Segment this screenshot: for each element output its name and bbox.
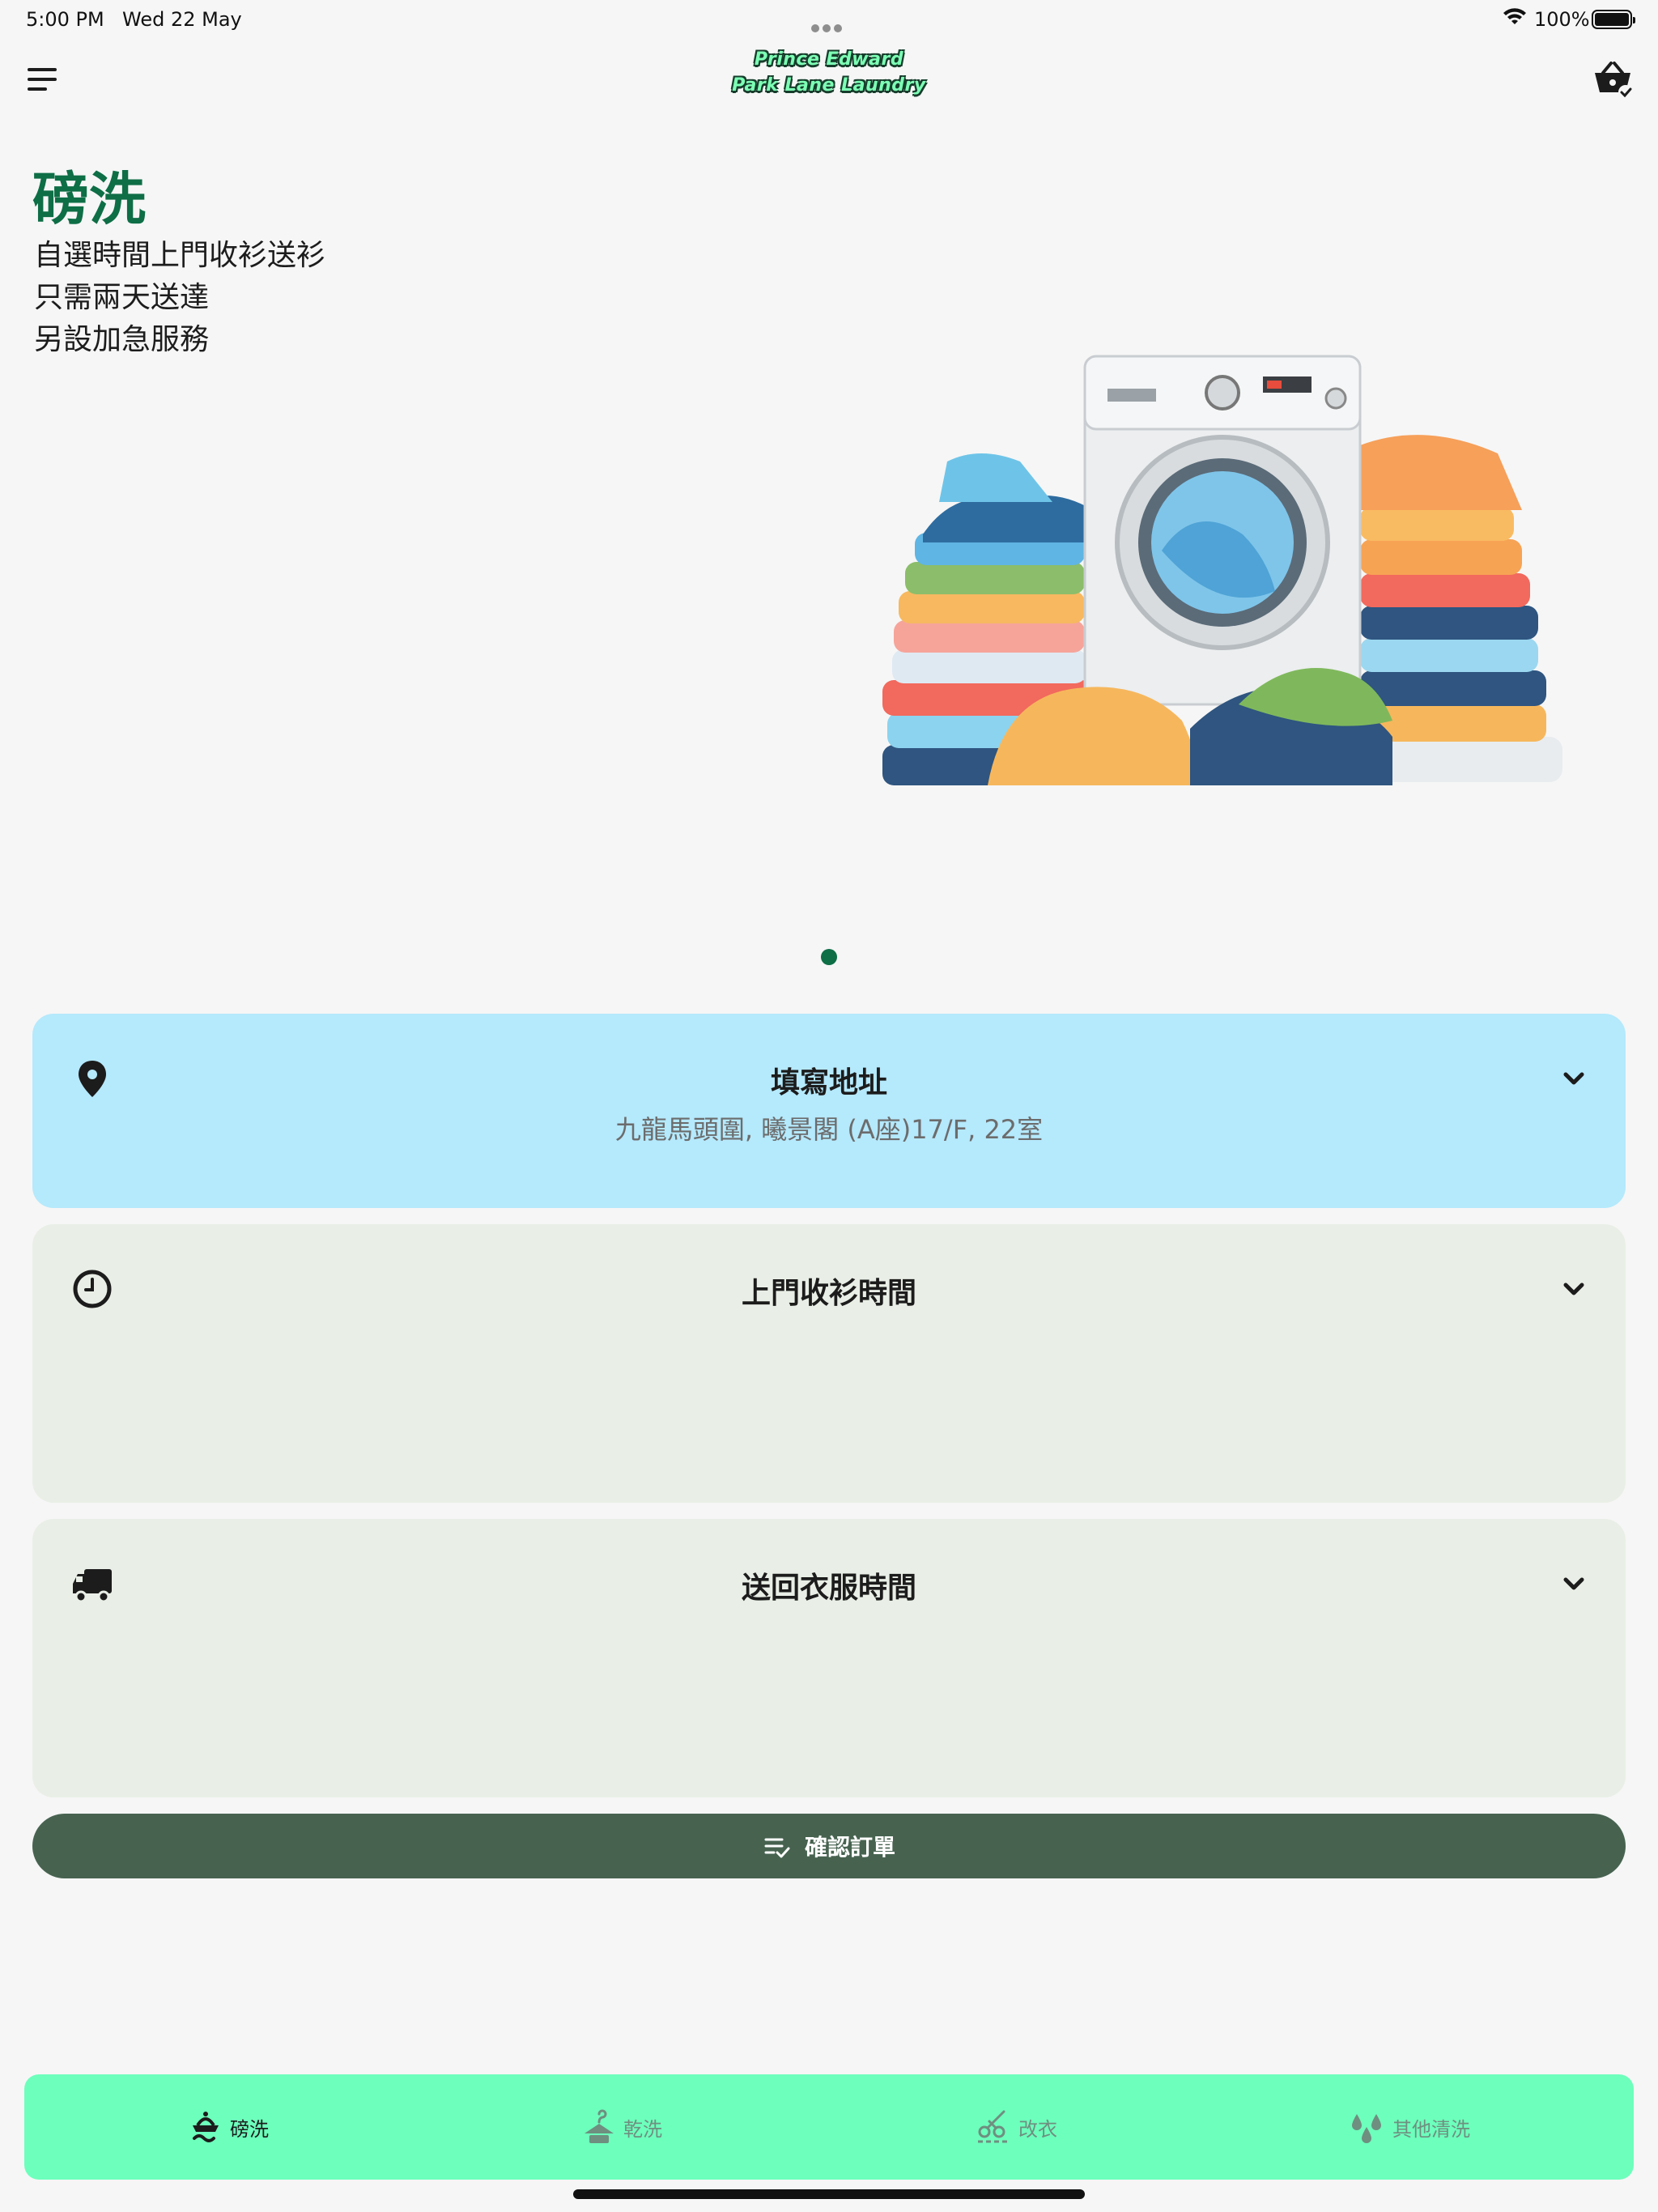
hamburger-menu-icon	[28, 68, 57, 71]
washing-machine-illustration	[882, 355, 1562, 785]
home-indicator[interactable]	[573, 2189, 1085, 2199]
chevron-down-icon[interactable]	[1558, 1273, 1590, 1305]
wifi-icon	[1503, 8, 1527, 32]
carousel-page-indicator[interactable]	[821, 949, 837, 965]
address-value: 九龍馬頭圍, 曦景閣 (A座)17/F, 22室	[614, 1114, 1044, 1145]
nav-label: 磅洗	[230, 2117, 269, 2141]
confirm-order-label: 確認訂單	[804, 1834, 895, 1861]
status-date: Wed 22 May	[122, 8, 242, 31]
battery-icon	[1592, 10, 1635, 29]
hero-line: 自選時間上門收衫送衫	[34, 239, 326, 272]
menu-button[interactable]	[28, 68, 57, 91]
status-time: 5:00 PM	[26, 8, 104, 31]
hero-description: 自選時間上門收衫送衫 只需兩天送達 另設加急服務	[34, 235, 325, 361]
address-card[interactable]: 填寫地址 九龍馬頭圍, 曦景閣 (A座)17/F, 22室	[32, 1014, 1626, 1208]
cart-button[interactable]	[1592, 58, 1634, 100]
hero-line: 只需兩天送達	[34, 281, 210, 314]
status-bar: 5:00 PM Wed 22 May 100%	[0, 0, 1658, 39]
logo-line-2: Park Lane Laundry	[732, 75, 926, 96]
delivery-time-card[interactable]: 送回衣服時間	[32, 1519, 1626, 1797]
nav-tab-alterations[interactable]: 改衣	[975, 2074, 1057, 2180]
menu-line	[28, 87, 47, 91]
nav-label: 乾洗	[623, 2117, 662, 2141]
chevron-down-icon[interactable]	[1558, 1062, 1590, 1095]
pickup-time-card[interactable]: 上門收衫時間	[32, 1224, 1626, 1503]
nav-label: 改衣	[1018, 2117, 1057, 2141]
bottom-navigation: 磅洗 乾洗 改衣 其他清洗	[24, 2074, 1634, 2180]
logo-line-1: Prince Edward	[754, 49, 904, 70]
battery-percentage: 100%	[1534, 8, 1590, 31]
address-card-title: 填寫地址	[770, 1066, 887, 1100]
page-title: 磅洗	[32, 166, 146, 232]
list-check-icon	[764, 1838, 790, 1858]
nav-label: 其他清洗	[1392, 2117, 1470, 2141]
confirm-order-button[interactable]: 確認訂單	[32, 1814, 1626, 1878]
chevron-down-icon[interactable]	[1558, 1568, 1590, 1600]
nav-tab-other-cleaning[interactable]: 其他清洗	[1349, 2074, 1470, 2180]
washing-icon	[193, 2112, 219, 2142]
pickup-time-title: 上門收衫時間	[741, 1277, 916, 1310]
washing-machine	[1083, 355, 1362, 706]
hero-line: 另設加急服務	[34, 323, 210, 356]
nav-tab-wash[interactable]: 磅洗	[186, 2074, 269, 2180]
droplets-icon	[1352, 2114, 1381, 2143]
multitasking-dots-icon[interactable]	[811, 15, 847, 32]
scissors-icon	[978, 2110, 1007, 2143]
basket-check-icon	[1595, 62, 1633, 100]
delivery-time-title: 送回衣服時間	[741, 1572, 916, 1605]
menu-line	[28, 78, 57, 81]
brand-logo[interactable]: Prince Edward Park Lane Laundry	[732, 47, 926, 104]
hanger-icon	[585, 2109, 614, 2143]
nav-tab-dry-clean[interactable]: 乾洗	[580, 2074, 662, 2180]
